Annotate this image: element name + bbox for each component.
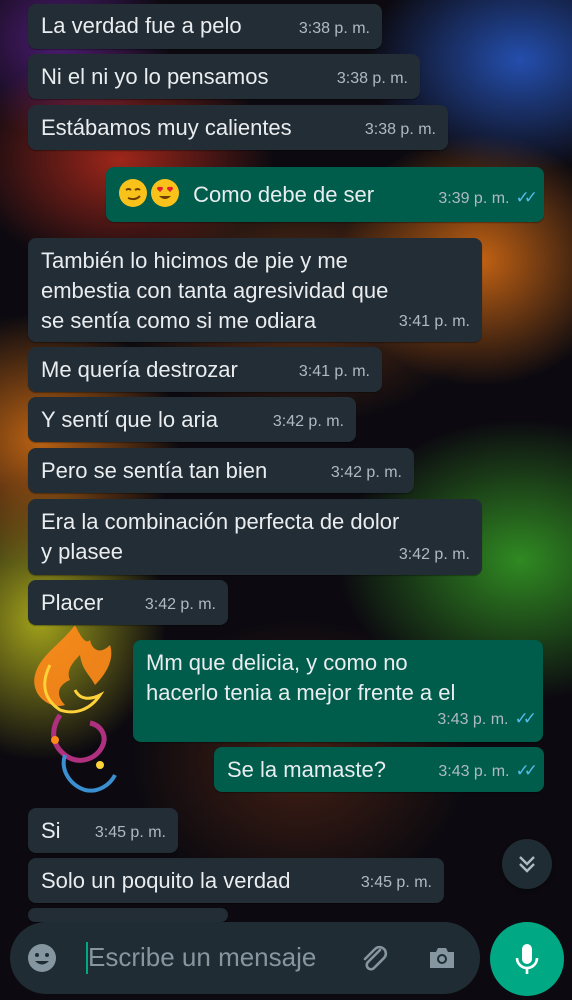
- voice-message-button[interactable]: [490, 922, 564, 996]
- message-time: 3:45 p. m.: [94, 824, 166, 841]
- message-text: Estábamos muy calientes: [41, 115, 292, 140]
- message-time: 3:45 p. m.: [360, 874, 432, 891]
- double-chevron-down-icon: [519, 856, 535, 873]
- chat-message-incoming[interactable]: Si 3:45 p. m.: [28, 808, 178, 853]
- message-text: Si: [41, 818, 61, 843]
- message-text: Solo un poquito la verdad: [41, 868, 291, 893]
- message-text: Como debe de ser: [193, 182, 375, 207]
- chat-message-incoming[interactable]: Estábamos muy calientes 3:38 p. m.: [28, 105, 448, 150]
- phoenix-wallpaper-art: [34, 625, 117, 793]
- chat-message-incoming[interactable]: Y sentí que lo aria 3:42 p. m.: [28, 397, 356, 442]
- chat-message-outgoing[interactable]: Mm que delicia, y como no hacerlo tenia …: [133, 640, 543, 742]
- message-time: 3:42 p. m.: [144, 596, 216, 613]
- message-time: 3:42 p. m.: [272, 413, 344, 430]
- chat-message-incoming[interactable]: Pero se sentía tan bien 3:42 p. m.: [28, 448, 414, 493]
- message-text: Y sentí que lo aria: [41, 407, 218, 432]
- chat-message-incoming[interactable]: También lo hicimos de pie y me embestia …: [28, 238, 482, 342]
- read-double-check-icon: ✓✓: [514, 709, 537, 728]
- message-text: Me quería destrozar: [41, 357, 238, 382]
- chat-message-incoming[interactable]: Ni el ni yo lo pensamos 3:38 p. m.: [28, 54, 420, 99]
- camera-icon[interactable]: [426, 942, 458, 974]
- message-time: 3:38 p. m.: [336, 70, 408, 87]
- message-text: Ni el ni yo lo pensamos: [41, 64, 269, 89]
- read-double-check-icon: ✓✓: [515, 188, 538, 207]
- message-text-line: También lo hicimos de pie y me: [41, 248, 348, 273]
- chat-message-incoming[interactable]: Placer 3:42 p. m.: [28, 580, 228, 625]
- chat-message-incoming-partial: [28, 908, 228, 922]
- chat-message-incoming[interactable]: Me quería destrozar 3:41 p. m.: [28, 347, 382, 392]
- message-time: 3:42 p. m.: [330, 464, 402, 481]
- message-time: 3:39 p. m. ✓✓: [438, 188, 538, 207]
- message-time: 3:41 p. m.: [398, 313, 470, 330]
- message-text: Se la mamaste?: [227, 757, 386, 782]
- microphone-icon: [515, 944, 539, 974]
- chat-message-outgoing[interactable]: Se la mamaste? 3:43 p. m. ✓✓: [214, 747, 544, 792]
- message-time: 3:38 p. m.: [364, 121, 436, 138]
- message-time: 3:38 p. m.: [298, 20, 370, 37]
- message-text: Pero se sentía tan bien: [41, 458, 268, 483]
- message-text: La verdad fue a pelo: [41, 13, 242, 38]
- chat-message-incoming[interactable]: Era la combinación perfecta de dolor y p…: [28, 499, 482, 575]
- message-time: 3:41 p. m.: [298, 363, 370, 380]
- message-input[interactable]: Escribe un mensaje: [88, 942, 316, 973]
- message-time: 3:42 p. m.: [398, 546, 470, 563]
- message-text-line: Mm que delicia, y como no: [146, 650, 408, 675]
- message-time: 3:43 p. m. ✓✓: [437, 709, 537, 728]
- read-double-check-icon: ✓✓: [515, 761, 538, 780]
- message-composer: Escribe un mensaje: [10, 922, 480, 994]
- message-text-line: Era la combinación perfecta de dolor: [41, 509, 400, 534]
- chat-message-incoming[interactable]: La verdad fue a pelo 3:38 p. m.: [28, 4, 382, 49]
- message-text-line: embestia con tanta agresividad que: [41, 278, 389, 303]
- chat-message-outgoing[interactable]: Como debe de ser 3:39 p. m. ✓✓: [106, 167, 544, 222]
- paperclip-icon[interactable]: [358, 942, 390, 974]
- heart-eyes-face-icon: [151, 179, 179, 207]
- emoji-icon[interactable]: [26, 942, 58, 974]
- chat-message-incoming[interactable]: Solo un poquito la verdad 3:45 p. m.: [28, 858, 444, 903]
- smirking-face-icon: [119, 179, 147, 207]
- message-time: 3:43 p. m. ✓✓: [438, 761, 538, 780]
- message-text: Placer: [41, 590, 104, 615]
- scroll-to-bottom-button[interactable]: [502, 839, 552, 889]
